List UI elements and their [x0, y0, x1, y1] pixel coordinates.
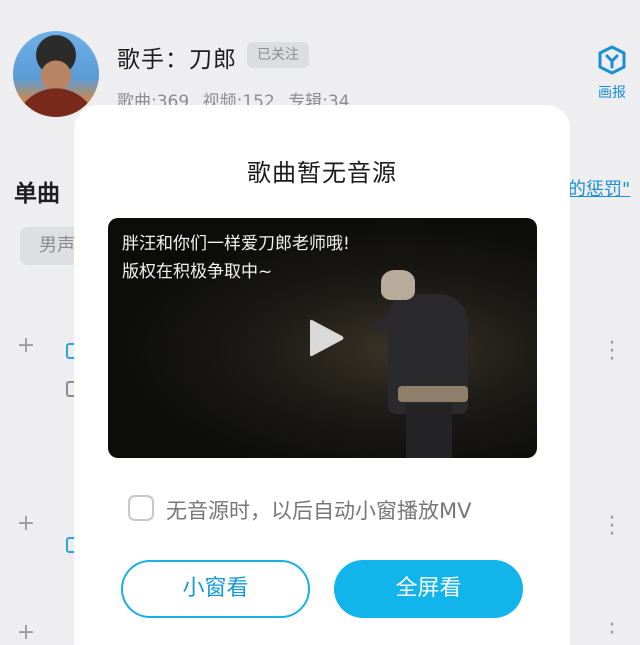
fullscreen-button[interactable]: 全屏看: [334, 560, 523, 618]
mv-preview[interactable]: 胖汪和你们一样爱刀郎老师哦! 版权在积极争取中~: [108, 218, 537, 458]
video-caption-line: 胖汪和你们一样爱刀郎老师哦!: [122, 234, 350, 254]
auto-mini-window-checkbox[interactable]: [128, 495, 154, 521]
video-caption-line: 版权在积极争取中~: [122, 262, 273, 282]
performer-figure: [406, 404, 452, 458]
no-source-dialog: 歌曲暂无音源 胖汪和你们一样爱刀郎老师哦! 版权在积极争取中~ 无音源时，以后自…: [74, 105, 570, 645]
play-icon[interactable]: [306, 316, 346, 360]
performer-figure: [381, 270, 415, 300]
checkbox-label[interactable]: 无音源时，以后自动小窗播放MV: [166, 495, 471, 525]
performer-figure: [398, 386, 468, 402]
mini-window-button[interactable]: 小窗看: [121, 560, 310, 618]
dialog-title: 歌曲暂无音源: [247, 159, 397, 187]
video-caption: 胖汪和你们一样爱刀郎老师哦! 版权在积极争取中~: [122, 230, 350, 286]
